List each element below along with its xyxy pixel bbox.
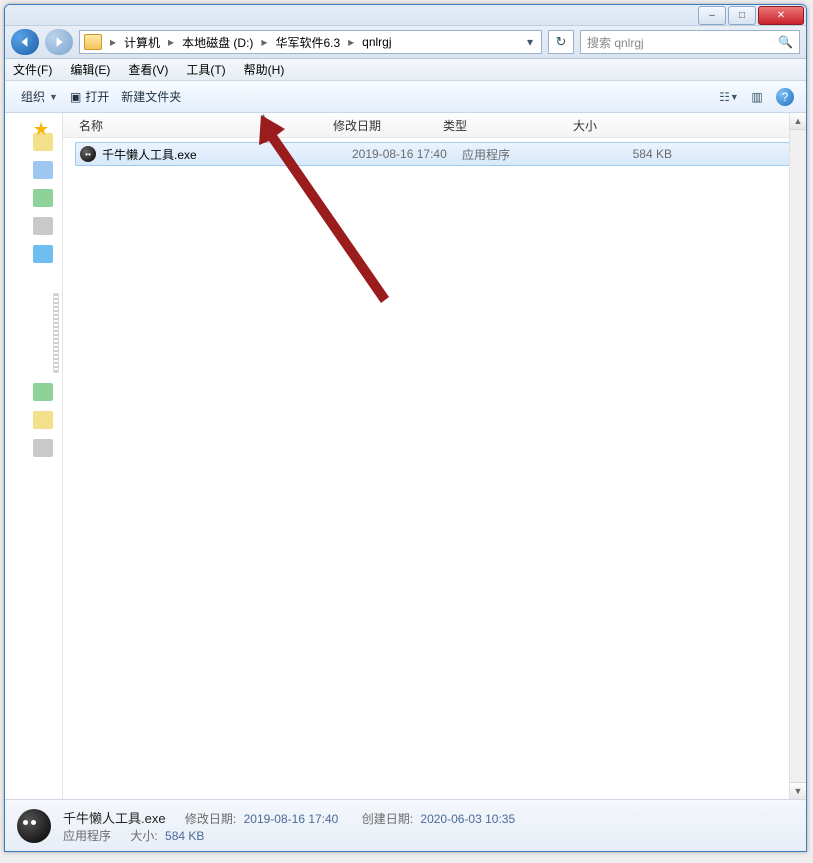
menu-tools[interactable]: 工具(T) bbox=[186, 61, 225, 78]
file-name: 千牛懒人工具.exe bbox=[102, 146, 352, 163]
refresh-button[interactable]: ↻ bbox=[548, 30, 574, 54]
newfolder-label: 新建文件夹 bbox=[121, 88, 181, 105]
file-row[interactable]: •• 千牛懒人工具.exe 2019-08-16 17:40 应用程序 584 … bbox=[75, 142, 798, 166]
details-size-value: 584 KB bbox=[165, 829, 204, 843]
app-icon: ▣ bbox=[70, 90, 81, 104]
body: ★ ▴ 名称 修改日期 类型 大小 •• 千牛懒人工具.exe 2 bbox=[5, 113, 806, 799]
scroll-down-button[interactable]: ▼ bbox=[790, 782, 806, 799]
sidebar-item[interactable] bbox=[33, 383, 53, 401]
open-label: 打开 bbox=[85, 88, 109, 105]
details-type: 应用程序 bbox=[63, 829, 111, 843]
breadcrumb-item[interactable]: 华军软件6.3 bbox=[273, 32, 342, 53]
open-button[interactable]: ▣ 打开 bbox=[64, 84, 115, 109]
newfolder-button[interactable]: 新建文件夹 bbox=[115, 84, 187, 109]
column-modified[interactable]: 修改日期 bbox=[333, 117, 443, 134]
details-size-label: 大小: bbox=[130, 829, 157, 843]
details-name: 千牛懒人工具.exe bbox=[63, 811, 166, 826]
titlebar: – □ ✕ bbox=[5, 5, 806, 26]
close-button[interactable]: ✕ bbox=[758, 6, 804, 25]
column-size[interactable]: 大小 bbox=[573, 117, 653, 134]
menubar: 文件(F) 编辑(E) 查看(V) 工具(T) 帮助(H) bbox=[5, 59, 806, 81]
sort-indicator-icon: ▴ bbox=[261, 111, 266, 122]
column-name[interactable]: 名称 bbox=[79, 117, 333, 134]
view-options-button[interactable]: ☷ ▼ bbox=[718, 86, 740, 108]
sidebar: ★ bbox=[5, 113, 63, 799]
address-bar[interactable]: ▸ 计算机 ▸ 本地磁盘 (D:) ▸ 华军软件6.3 ▸ qnlrgj ▾ bbox=[79, 30, 542, 54]
sidebar-item[interactable] bbox=[33, 411, 53, 429]
details-pane: 千牛懒人工具.exe 修改日期: 2019-08-16 17:40 创建日期: … bbox=[5, 799, 806, 851]
details-mod-value: 2019-08-16 17:40 bbox=[244, 812, 339, 826]
breadcrumb-item[interactable]: 本地磁盘 (D:) bbox=[180, 32, 255, 53]
sidebar-item[interactable] bbox=[33, 161, 53, 179]
chevron-right-icon: ▸ bbox=[164, 35, 178, 49]
help-icon: ? bbox=[776, 88, 794, 106]
favorites-star-icon[interactable]: ★ bbox=[33, 119, 49, 140]
breadcrumb-item[interactable]: qnlrgj bbox=[360, 33, 393, 51]
sidebar-item[interactable] bbox=[33, 217, 53, 235]
search-icon: 🔍 bbox=[778, 35, 793, 49]
forward-button[interactable] bbox=[45, 29, 73, 55]
maximize-button[interactable]: □ bbox=[728, 6, 756, 25]
explorer-window: – □ ✕ ▸ 计算机 ▸ 本地磁盘 (D:) ▸ 华军软件6.3 ▸ qnlr… bbox=[4, 4, 807, 852]
organize-label: 组织 bbox=[21, 88, 45, 105]
details-mod-label: 修改日期: bbox=[185, 812, 236, 826]
sidebar-splitter[interactable] bbox=[53, 293, 59, 373]
minimize-button[interactable]: – bbox=[698, 6, 726, 25]
chevron-right-icon: ▸ bbox=[106, 35, 120, 49]
folder-icon bbox=[84, 34, 102, 50]
sidebar-item[interactable] bbox=[33, 189, 53, 207]
address-dropdown-button[interactable]: ▾ bbox=[523, 35, 537, 49]
file-modified: 2019-08-16 17:40 bbox=[352, 147, 462, 161]
column-type[interactable]: 类型 bbox=[443, 117, 573, 134]
nav-row: ▸ 计算机 ▸ 本地磁盘 (D:) ▸ 华军软件6.3 ▸ qnlrgj ▾ ↻… bbox=[5, 26, 806, 59]
scrollbar[interactable]: ▲ ▼ bbox=[789, 113, 806, 799]
exe-icon: •• bbox=[80, 146, 96, 162]
search-box[interactable]: 搜索 qnlrgj 🔍 bbox=[580, 30, 800, 54]
menu-edit[interactable]: 编辑(E) bbox=[70, 61, 110, 78]
chevron-right-icon: ▸ bbox=[344, 35, 358, 49]
chevron-down-icon: ▼ bbox=[49, 92, 58, 102]
organize-button[interactable]: 组织 ▼ bbox=[15, 84, 64, 109]
sidebar-item[interactable] bbox=[33, 245, 53, 263]
details-file-icon bbox=[17, 809, 51, 843]
preview-pane-button[interactable]: ▥ bbox=[746, 86, 768, 108]
menu-help[interactable]: 帮助(H) bbox=[244, 61, 285, 78]
chevron-down-icon: ▼ bbox=[730, 92, 739, 102]
details-created-value: 2020-06-03 10:35 bbox=[420, 812, 515, 826]
column-headers: ▴ 名称 修改日期 类型 大小 bbox=[63, 113, 806, 138]
file-type: 应用程序 bbox=[462, 146, 592, 163]
toolbar: 组织 ▼ ▣ 打开 新建文件夹 ☷ ▼ ▥ ? bbox=[5, 81, 806, 113]
help-button[interactable]: ? bbox=[774, 86, 796, 108]
details-created-label: 创建日期: bbox=[362, 812, 413, 826]
search-placeholder: 搜索 qnlrgj bbox=[587, 34, 644, 51]
menu-view[interactable]: 查看(V) bbox=[128, 61, 168, 78]
back-button[interactable] bbox=[11, 29, 39, 55]
breadcrumb-item[interactable]: 计算机 bbox=[122, 32, 162, 53]
chevron-right-icon: ▸ bbox=[257, 35, 271, 49]
file-size: 584 KB bbox=[592, 147, 672, 161]
scroll-up-button[interactable]: ▲ bbox=[790, 113, 806, 130]
menu-file[interactable]: 文件(F) bbox=[13, 61, 52, 78]
details-text: 千牛懒人工具.exe 修改日期: 2019-08-16 17:40 创建日期: … bbox=[63, 808, 531, 844]
file-list-pane: ▴ 名称 修改日期 类型 大小 •• 千牛懒人工具.exe 2019-08-16… bbox=[63, 113, 806, 799]
sidebar-item[interactable] bbox=[33, 439, 53, 457]
